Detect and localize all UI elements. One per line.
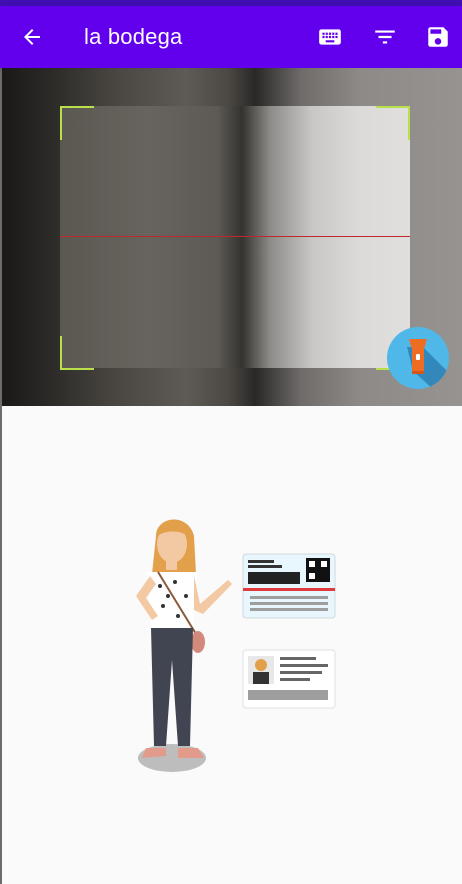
filter-list-icon: [375, 30, 395, 44]
scan-corner-bottom-left: [60, 336, 94, 370]
keyboard-icon: [319, 29, 341, 45]
scan-corner-top-right: [376, 106, 410, 140]
keyboard-button[interactable]: [312, 19, 348, 55]
id-card-with-photo: [242, 649, 336, 709]
app-bar: la bodega: [0, 6, 462, 68]
flashlight-button[interactable]: [387, 327, 449, 389]
page-title: la bodega: [84, 24, 183, 49]
woman-figure: [136, 519, 232, 758]
flashlight-icon: [407, 339, 449, 389]
save-icon: [428, 27, 448, 47]
save-button[interactable]: [420, 19, 456, 55]
arrow-back-icon: [24, 29, 40, 45]
scan-frame: [60, 106, 410, 368]
scan-instruction-illustration: [136, 519, 336, 772]
id-card-with-barcode: [242, 553, 336, 619]
scan-laser-line: [60, 236, 410, 237]
back-button[interactable]: [14, 19, 50, 55]
scan-corner-top-left: [60, 106, 94, 140]
filter-button[interactable]: [367, 19, 403, 55]
camera-preview: [2, 68, 462, 406]
